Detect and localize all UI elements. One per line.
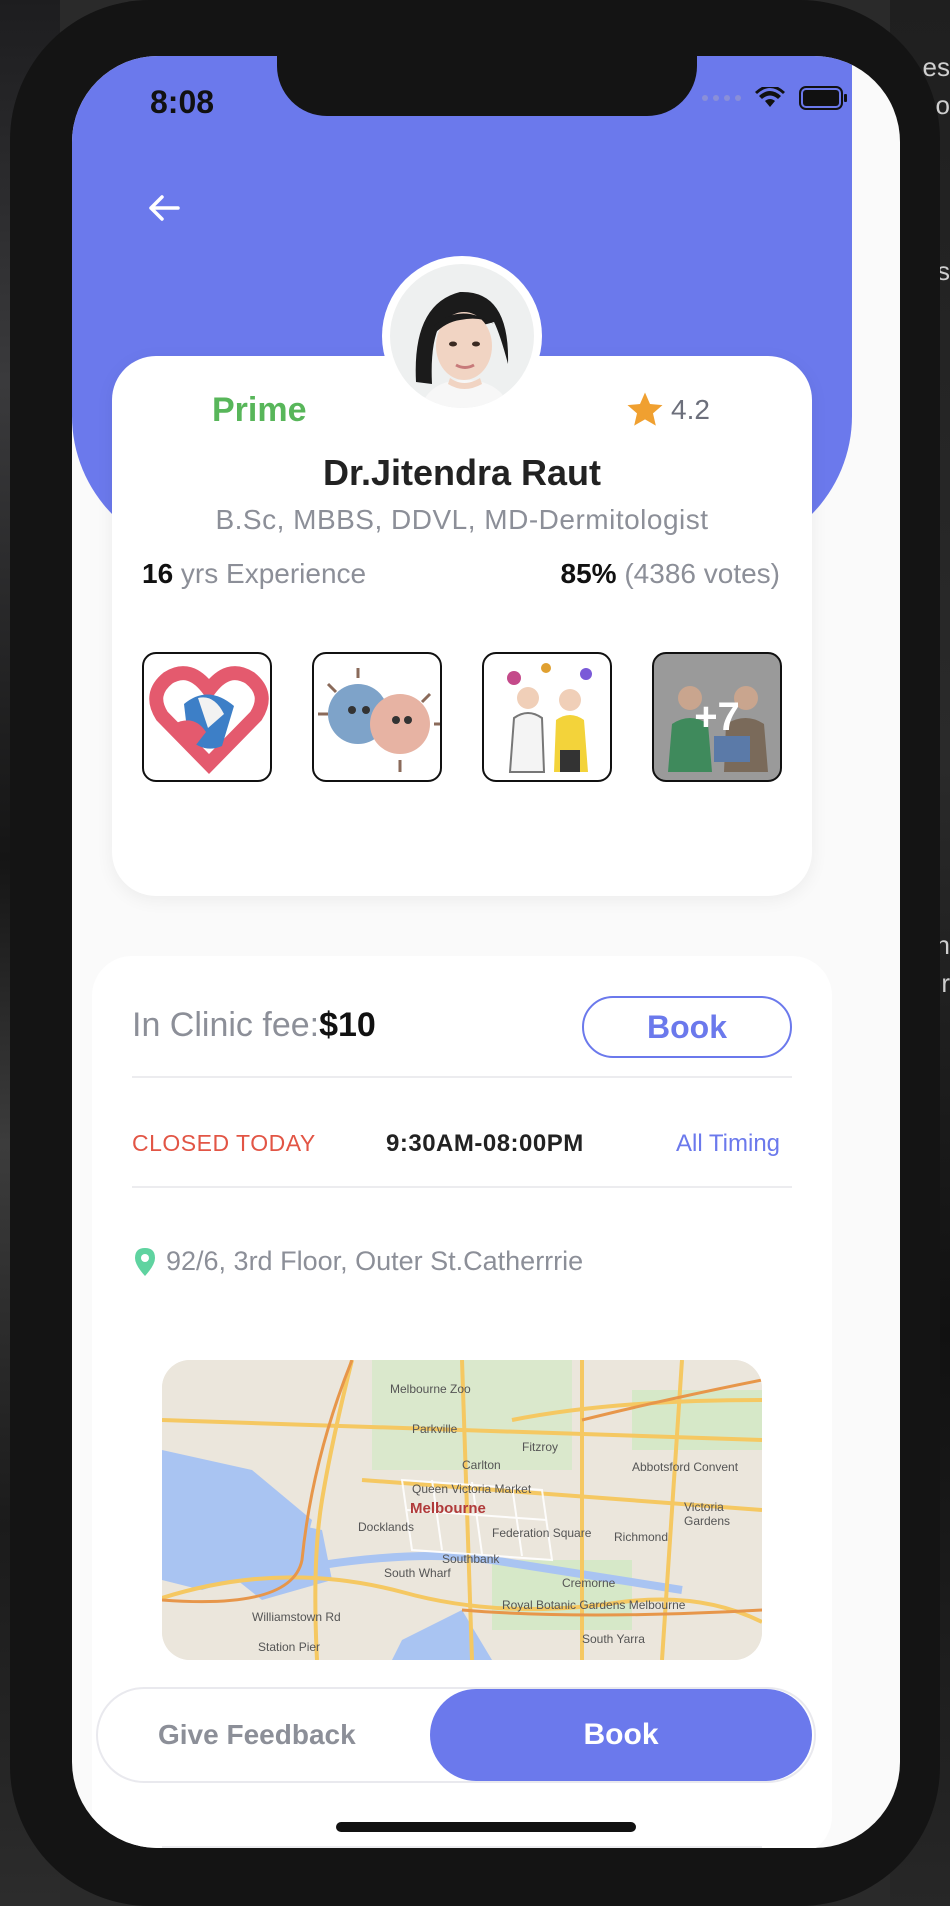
back-button[interactable] bbox=[140, 184, 188, 232]
give-feedback-button[interactable]: Give Feedback bbox=[158, 1689, 356, 1781]
location-pin-icon bbox=[135, 1247, 155, 1276]
map-city-label: Melbourne bbox=[410, 1500, 486, 1517]
fee-label: In Clinic fee: bbox=[132, 1006, 320, 1044]
map-label: Victoria Gardens bbox=[684, 1500, 731, 1528]
background-text: es bbox=[922, 52, 950, 82]
map-label: South Yarra bbox=[582, 1632, 645, 1646]
status-time: 8:08 bbox=[150, 84, 215, 120]
map-label: South Wharf bbox=[384, 1566, 451, 1580]
gallery-thumbnail[interactable] bbox=[312, 652, 442, 782]
map-label: Parkville bbox=[412, 1422, 458, 1436]
all-timing-link[interactable]: All Timing bbox=[676, 1130, 780, 1158]
device-notch bbox=[277, 56, 697, 116]
book-button[interactable]: Book bbox=[430, 1689, 812, 1781]
prime-badge: Prime bbox=[212, 391, 307, 429]
experience: 16 yrs Experience bbox=[142, 558, 366, 590]
home-indicator bbox=[336, 1822, 636, 1832]
experience-label: yrs Experience bbox=[173, 558, 367, 589]
status-icons bbox=[702, 86, 849, 110]
clinic-map[interactable]: Melbourne Melbourne Zoo Parkville Carlto… bbox=[162, 1360, 762, 1660]
background-text: r bbox=[941, 968, 950, 998]
phone-frame: 8:08 Prime 4.2 Dr.Jitendra Raut B.Sc, MB… bbox=[10, 0, 940, 1906]
map-label: Docklands bbox=[358, 1520, 415, 1534]
gallery-thumbnail[interactable] bbox=[482, 652, 612, 782]
fee-value: $10 bbox=[319, 1006, 376, 1044]
vote-count: (4386 votes) bbox=[616, 558, 780, 589]
clinic-address: 92/6, 3rd Floor, Outer St.Catherrrie bbox=[134, 1246, 583, 1277]
rating: 4.2 bbox=[625, 390, 710, 430]
divider bbox=[132, 1076, 792, 1078]
map-label: Federation Square bbox=[492, 1526, 592, 1540]
signal-icon bbox=[702, 95, 741, 101]
gallery-thumbnail[interactable] bbox=[142, 652, 272, 782]
vote-percent: 85% bbox=[560, 558, 617, 589]
address-text: 92/6, 3rd Floor, Outer St.Catherrrie bbox=[166, 1246, 584, 1276]
clinic-hours: 9:30AM-08:00PM bbox=[386, 1130, 584, 1157]
divider bbox=[132, 1186, 792, 1188]
doctor-qualifications: B.Sc, MBBS, DDVL, MD-Dermitologist bbox=[215, 504, 709, 535]
map-label: Richmond bbox=[614, 1530, 669, 1544]
map-label: Southbank bbox=[442, 1552, 500, 1566]
experience-years: 16 bbox=[142, 558, 174, 589]
map-label: Abbotsford Convent bbox=[632, 1460, 739, 1474]
map-label: Williamstown Rd bbox=[252, 1610, 341, 1624]
map-label: Royal Botanic Gardens Melbourne bbox=[502, 1598, 686, 1612]
map-label: Carlton bbox=[462, 1458, 501, 1472]
divider bbox=[162, 1846, 762, 1848]
gallery-more[interactable]: +7 bbox=[652, 652, 782, 782]
rating-value: 4.2 bbox=[671, 394, 710, 425]
star-icon bbox=[627, 392, 663, 426]
map-label: Fitzroy bbox=[522, 1440, 558, 1454]
doctor-name: Dr.Jitendra Raut bbox=[322, 452, 602, 493]
profile-card: Prime 4.2 Dr.Jitendra Raut B.Sc, MBBS, D… bbox=[112, 356, 812, 896]
doctor-avatar bbox=[382, 256, 542, 416]
clinic-status: CLOSED TODAY bbox=[132, 1130, 316, 1156]
app-screen: 8:08 Prime 4.2 Dr.Jitendra Raut B.Sc, MB… bbox=[72, 56, 900, 1848]
votes: 85% (4386 votes) bbox=[561, 558, 780, 590]
map-label: Station Pier bbox=[258, 1640, 321, 1654]
map-label: Cremorne bbox=[562, 1576, 616, 1590]
gallery: +7 bbox=[142, 652, 782, 782]
arrow-left-icon bbox=[149, 195, 180, 221]
map-label: Queen Victoria Market bbox=[412, 1482, 532, 1496]
clinic-book-button[interactable]: Book bbox=[582, 996, 792, 1058]
wifi-icon bbox=[755, 87, 785, 107]
gallery-more-label: +7 bbox=[694, 694, 740, 739]
bottom-action-bar: Give Feedback Book bbox=[96, 1687, 816, 1783]
clinic-fee: In Clinic fee:$10 bbox=[132, 1006, 376, 1045]
battery-icon bbox=[799, 86, 847, 110]
map-label: Melbourne Zoo bbox=[390, 1382, 471, 1396]
